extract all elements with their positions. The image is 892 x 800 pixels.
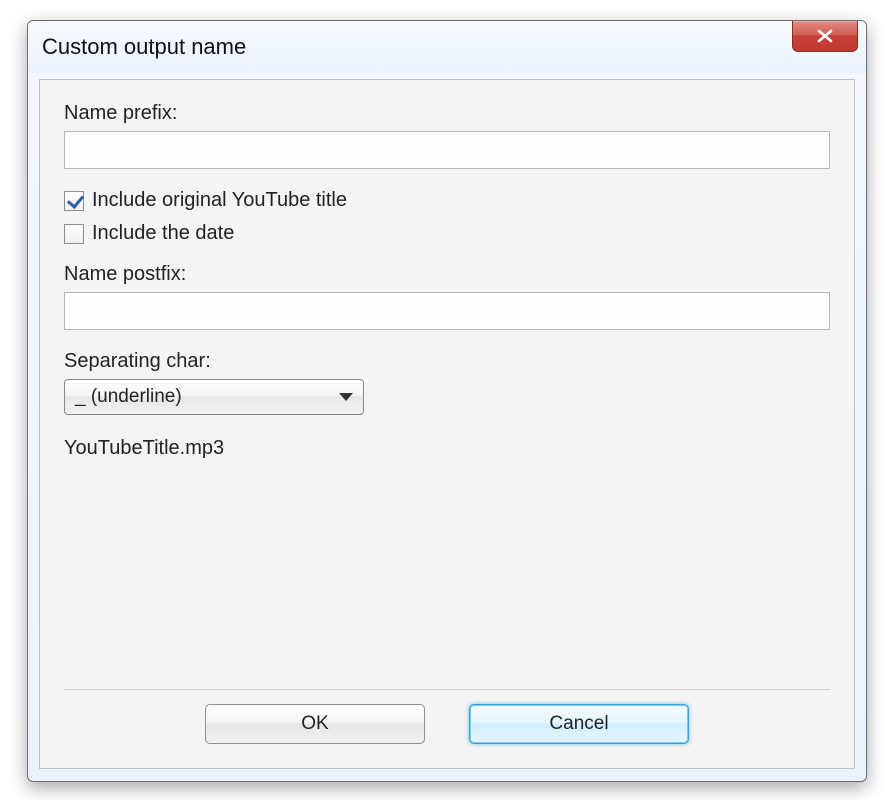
include-title-row[interactable]: Include original YouTube title bbox=[64, 189, 830, 212]
cancel-button[interactable]: Cancel bbox=[469, 704, 689, 744]
name-prefix-label: Name prefix: bbox=[64, 102, 830, 125]
include-title-label: Include original YouTube title bbox=[92, 189, 347, 212]
dialog-window: Custom output name Name prefix: Include … bbox=[27, 20, 867, 782]
output-preview: YouTubeTitle.mp3 bbox=[64, 437, 830, 460]
include-date-label: Include the date bbox=[92, 222, 234, 245]
close-button[interactable] bbox=[792, 21, 858, 52]
separating-char-value: _ (underline) bbox=[75, 386, 339, 408]
separating-char-label: Separating char: bbox=[64, 350, 830, 373]
title-bar: Custom output name bbox=[28, 21, 866, 73]
name-postfix-label: Name postfix: bbox=[64, 263, 830, 286]
separator bbox=[64, 689, 830, 690]
separating-char-select[interactable]: _ (underline) bbox=[64, 379, 364, 415]
include-date-row[interactable]: Include the date bbox=[64, 222, 830, 245]
window-title: Custom output name bbox=[42, 34, 246, 60]
name-prefix-input[interactable] bbox=[64, 131, 830, 169]
include-title-checkbox[interactable] bbox=[64, 191, 84, 211]
name-postfix-input[interactable] bbox=[64, 292, 830, 330]
button-row: OK Cancel bbox=[64, 704, 830, 752]
close-icon bbox=[816, 29, 834, 43]
include-date-checkbox[interactable] bbox=[64, 224, 84, 244]
dialog-body: Name prefix: Include original YouTube ti… bbox=[39, 79, 855, 769]
ok-button[interactable]: OK bbox=[205, 704, 425, 744]
chevron-down-icon bbox=[339, 393, 353, 401]
